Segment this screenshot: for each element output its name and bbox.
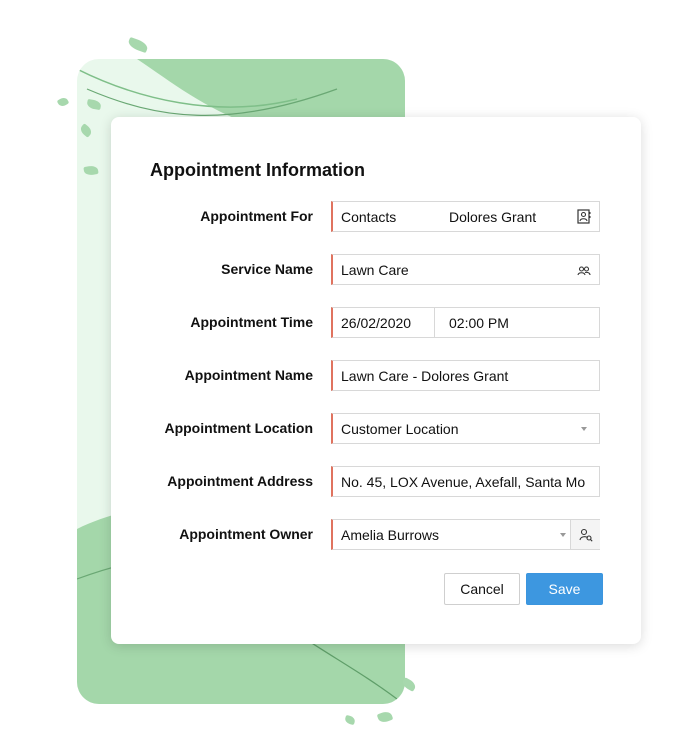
- appointment-name-value: Lawn Care - Dolores Grant: [341, 368, 509, 384]
- appointment-time-input[interactable]: 02:00 PM: [449, 315, 509, 331]
- leaf-decoration: [126, 36, 150, 54]
- service-name-label: Service Name: [221, 261, 313, 277]
- chevron-down-icon: [581, 427, 587, 431]
- users-icon[interactable]: [577, 264, 591, 280]
- appointment-name-input[interactable]: Lawn Care - Dolores Grant: [331, 360, 600, 391]
- appointment-for-module-select[interactable]: Contacts: [341, 209, 396, 225]
- appointment-for-label: Appointment For: [200, 208, 313, 224]
- leaf-decoration: [344, 714, 356, 726]
- appointment-form-card: Appointment Information Appointment For …: [111, 117, 641, 644]
- chevron-down-icon: [560, 533, 566, 537]
- appointment-time-field: 26/02/2020 02:00 PM: [331, 307, 600, 338]
- appointment-address-input[interactable]: No. 45, LOX Avenue, Axefall, Santa Mo: [331, 466, 600, 497]
- appointment-owner-value: Amelia Burrows: [341, 527, 440, 543]
- appointment-location-value: Customer Location: [341, 421, 459, 437]
- date-time-divider: [434, 308, 435, 337]
- appointment-owner-label: Appointment Owner: [179, 526, 313, 542]
- service-name-field[interactable]: Lawn Care: [331, 254, 600, 285]
- appointment-location-label: Appointment Location: [164, 420, 313, 436]
- appointment-date-input[interactable]: 26/02/2020: [341, 315, 411, 331]
- save-button[interactable]: Save: [526, 573, 603, 605]
- appointment-location-select[interactable]: Customer Location: [331, 413, 600, 444]
- appointment-for-value: Dolores Grant: [449, 209, 537, 225]
- appointment-time-label: Appointment Time: [190, 314, 313, 330]
- owner-lookup-button[interactable]: [571, 520, 600, 549]
- leaf-decoration: [376, 709, 394, 725]
- form-title: Appointment Information: [150, 160, 365, 180]
- appointment-owner-select[interactable]: Amelia Burrows: [331, 519, 600, 550]
- user-search-icon: [579, 528, 593, 542]
- leaf-decoration: [56, 96, 70, 108]
- appointment-address-label: Appointment Address: [167, 473, 313, 489]
- appointment-for-field[interactable]: Contacts Dolores Grant: [331, 201, 600, 232]
- contact-card-icon[interactable]: [577, 209, 591, 227]
- appointment-address-value: No. 45, LOX Avenue, Axefall, Santa Mo: [341, 474, 586, 490]
- service-name-value: Lawn Care: [341, 262, 409, 278]
- cancel-button[interactable]: Cancel: [444, 573, 520, 605]
- appointment-name-label: Appointment Name: [184, 367, 313, 383]
